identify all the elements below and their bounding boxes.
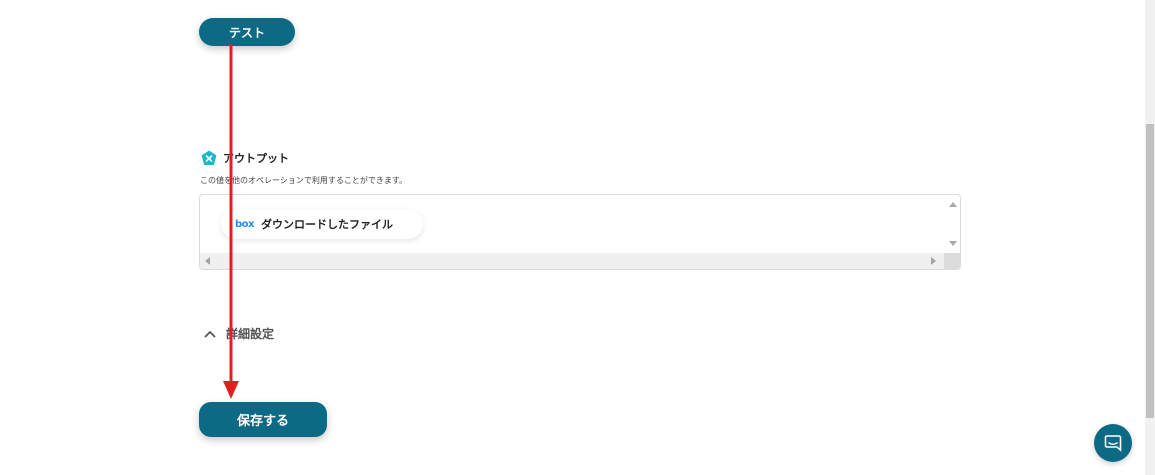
scroll-left-icon[interactable]	[205, 257, 210, 265]
chat-icon	[1104, 435, 1122, 452]
yoom-output-icon	[201, 150, 217, 165]
advanced-settings-toggle[interactable]: 詳細設定	[204, 325, 274, 342]
scroll-up-icon[interactable]	[949, 202, 957, 207]
test-button[interactable]: テスト	[199, 18, 295, 46]
scroll-down-icon[interactable]	[949, 241, 957, 246]
output-title: アウトプット	[223, 152, 289, 165]
chevron-up-icon	[204, 330, 216, 338]
page-scrollbar[interactable]	[1145, 0, 1155, 475]
horizontal-scrollbar[interactable]	[200, 253, 960, 269]
output-header: アウトプット	[201, 150, 289, 166]
output-list: box ダウンロードしたファイル	[199, 194, 961, 270]
box-logo-icon: box	[235, 218, 254, 230]
scroll-right-icon[interactable]	[931, 257, 936, 265]
vertical-scrollbar[interactable]	[945, 195, 960, 255]
output-item-chip[interactable]: box ダウンロードしたファイル	[221, 209, 423, 239]
page-scrollbar-thumb[interactable]	[1146, 124, 1154, 418]
chat-widget-button[interactable]	[1094, 424, 1132, 462]
scrollbar-corner	[944, 253, 960, 269]
output-description: この値を他のオペレーションで利用することができます。	[200, 176, 408, 185]
advanced-settings-label: 詳細設定	[226, 327, 275, 341]
save-button[interactable]: 保存する	[199, 402, 327, 437]
output-item-label: ダウンロードしたファイル	[260, 218, 393, 231]
